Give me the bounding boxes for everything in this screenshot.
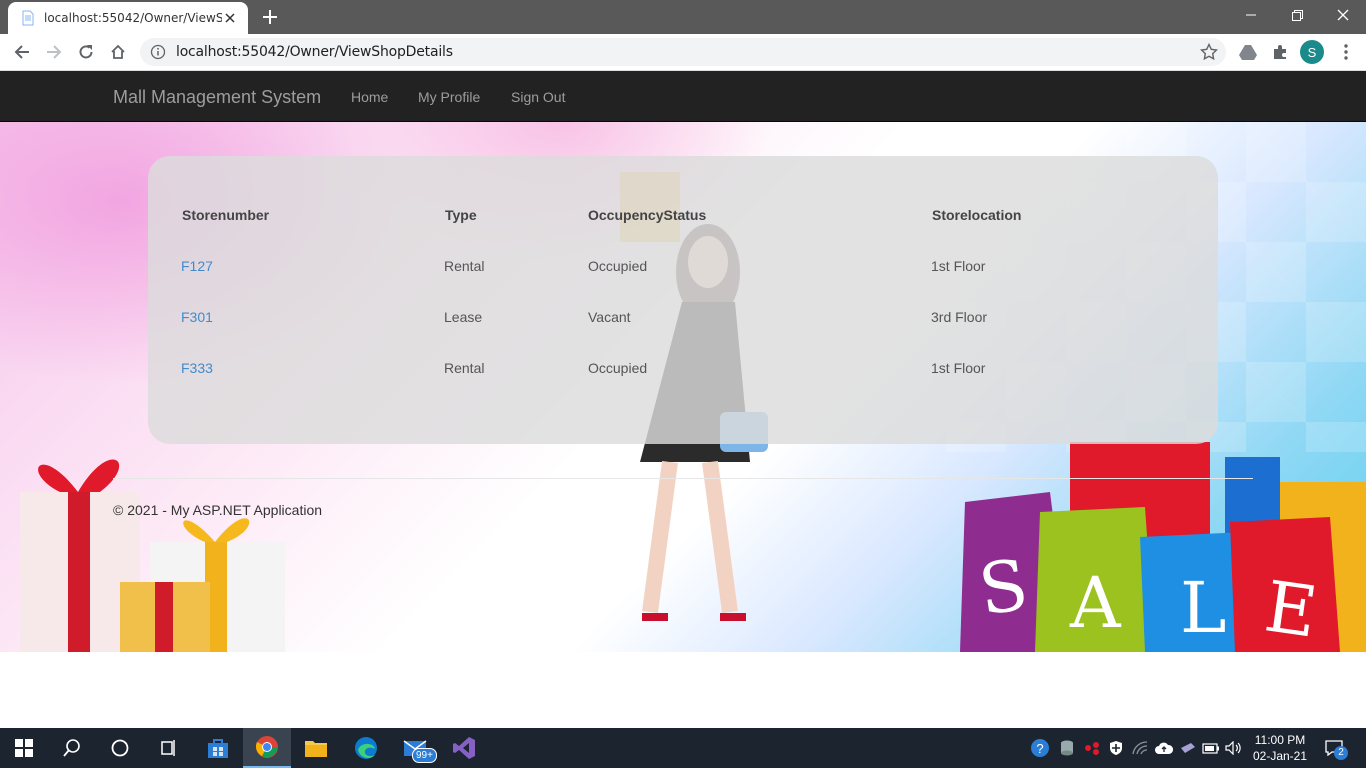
windows-start-icon[interactable] <box>0 728 48 768</box>
footer-divider <box>113 478 1253 479</box>
shop-details-panel: Storenumber Type OccupencyStatus Storelo… <box>148 156 1218 444</box>
store-location: 1st Floor <box>931 258 986 274</box>
svg-text:?: ? <box>1036 741 1043 756</box>
extensions-puzzle-icon[interactable] <box>1266 38 1294 66</box>
occupancy-status: Occupied <box>588 258 648 274</box>
occupancy-status: Occupied <box>588 360 648 376</box>
store-location: 3rd Floor <box>931 309 988 325</box>
page-viewport: Mall Management System Home My Profile S… <box>0 71 1366 728</box>
page-icon <box>22 10 34 26</box>
store-type: Lease <box>444 309 483 325</box>
mail-icon[interactable]: 99+ <box>392 728 440 768</box>
column-header-occupency-status: OccupencyStatus <box>588 207 707 223</box>
windows-taskbar: 99+ ? 11:00 PM 02-Jan-21 2 <box>0 728 1366 768</box>
info-icon[interactable] <box>150 44 166 60</box>
site-navbar: Mall Management System Home My Profile S… <box>0 71 1366 122</box>
notification-count-badge: 2 <box>1334 746 1348 760</box>
help-icon[interactable]: ? <box>1030 738 1050 758</box>
new-tab-icon[interactable] <box>258 6 282 28</box>
column-header-storelocation: Storelocation <box>932 207 1022 223</box>
footer-copyright: © 2021 - My ASP.NET Application <box>113 502 323 518</box>
task-view-icon[interactable] <box>144 728 192 768</box>
svg-text:L: L <box>1180 567 1226 649</box>
visual-studio-icon[interactable] <box>440 728 488 768</box>
search-icon[interactable] <box>48 728 96 768</box>
pen-tray-icon[interactable] <box>1178 738 1198 758</box>
mail-badge: 99+ <box>412 748 437 763</box>
store-type: Rental <box>444 258 485 274</box>
database-tray-icon[interactable] <box>1057 738 1077 758</box>
sale-bags-illustration: S A L E <box>960 442 1366 652</box>
column-header-type: Type <box>445 207 477 223</box>
nav-my-profile[interactable]: My Profile <box>418 89 480 105</box>
close-tab-icon[interactable] <box>222 10 238 26</box>
cortana-icon[interactable] <box>96 728 144 768</box>
browser-toolbar: localhost:55042/Owner/ViewShopDetails S <box>0 34 1366 71</box>
reload-icon[interactable] <box>72 38 100 66</box>
chrome-menu-icon[interactable] <box>1332 38 1360 66</box>
restore-icon[interactable] <box>1274 0 1320 30</box>
home-icon[interactable] <box>104 38 132 66</box>
store-number-link[interactable]: F333 <box>181 360 213 376</box>
gift-boxes-illustration <box>20 459 285 652</box>
profile-avatar[interactable]: S <box>1300 40 1324 64</box>
battery-icon[interactable] <box>1201 738 1221 758</box>
column-header-storenumber: Storenumber <box>182 207 270 223</box>
edge-icon[interactable] <box>342 728 390 768</box>
close-window-icon[interactable] <box>1320 0 1366 30</box>
nav-sign-out[interactable]: Sign Out <box>511 89 565 105</box>
brand-link[interactable]: Mall Management System <box>113 87 321 108</box>
browser-tab[interactable]: localhost:55042/Owner/ViewShop <box>8 2 248 34</box>
url-text: localhost:55042/Owner/ViewShopDetails <box>176 44 453 60</box>
clock-time: 11:00 PM <box>1254 733 1306 747</box>
minimize-icon[interactable] <box>1228 0 1274 30</box>
store-number-link[interactable]: F127 <box>181 258 213 274</box>
back-arrow-icon[interactable] <box>8 38 36 66</box>
system-clock[interactable]: 11:00 PM 02-Jan-21 <box>1248 732 1312 764</box>
clock-date: 02-Jan-21 <box>1252 749 1308 763</box>
file-explorer-icon[interactable] <box>292 728 340 768</box>
address-bar[interactable]: localhost:55042/Owner/ViewShopDetails <box>140 38 1226 66</box>
wifi-icon[interactable] <box>1130 738 1150 758</box>
onedrive-icon[interactable] <box>1154 738 1174 758</box>
store-number-link[interactable]: F301 <box>181 309 213 325</box>
volume-icon[interactable] <box>1224 738 1244 758</box>
occupancy-status: Vacant <box>588 309 631 325</box>
store-icon[interactable] <box>194 728 242 768</box>
browser-tab-strip: localhost:55042/Owner/ViewShop <box>0 0 1366 34</box>
notification-center-icon[interactable]: 2 <box>1324 738 1348 760</box>
network-tray-icon[interactable] <box>1082 738 1102 758</box>
bookmark-star-icon[interactable] <box>1200 43 1218 61</box>
drive-extension-icon[interactable] <box>1234 38 1262 66</box>
security-shield-icon[interactable] <box>1106 738 1126 758</box>
forward-arrow-icon[interactable] <box>40 38 68 66</box>
store-location: 1st Floor <box>931 360 986 376</box>
tab-title: localhost:55042/Owner/ViewShop <box>44 11 222 25</box>
svg-text:A: A <box>1069 562 1122 644</box>
store-type: Rental <box>444 360 485 376</box>
nav-home[interactable]: Home <box>351 89 388 105</box>
chrome-taskbar-icon[interactable] <box>243 728 291 768</box>
